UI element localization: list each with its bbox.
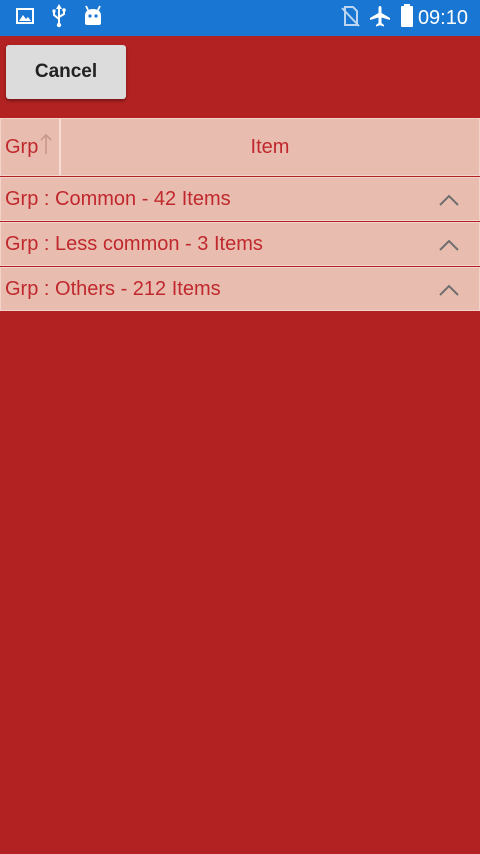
chevron-up-icon[interactable] [437,280,461,300]
group-label: Grp : Common - 42 Items [5,187,231,210]
chevron-up-icon[interactable] [437,190,461,210]
grid-header-row: Grp Item [0,118,480,176]
sort-arrow-up-icon [39,132,53,162]
chevron-up-icon[interactable] [437,235,461,255]
column-header-item[interactable]: Item [61,119,479,175]
battery-icon [400,3,414,33]
status-time: 09:10 [417,6,468,29]
usb-icon [50,3,68,33]
group-row-others[interactable]: Grp : Others - 212 Items [0,267,480,311]
status-bar: 09:10 [0,0,480,36]
group-row-less-common[interactable]: Grp : Less common - 3 Items [0,222,480,266]
group-row-common[interactable]: Grp : Common - 42 Items [0,177,480,221]
airplane-icon [368,4,392,33]
no-sim-icon [340,5,360,32]
grouped-grid: Grp Item Grp : Common - 42 Items Grp : L… [0,118,480,311]
cancel-button[interactable]: Cancel [6,45,126,99]
group-label: Grp : Others - 212 Items [5,277,221,300]
column-header-grp[interactable]: Grp [1,119,61,175]
column-header-item-label: Item [250,135,290,158]
group-label: Grp : Less common - 3 Items [5,232,263,255]
image-icon [14,5,36,32]
column-header-grp-label: Grp [5,135,39,158]
status-right-icons: 09:10 [340,0,468,36]
status-left-icons [14,0,104,36]
android-icon [82,5,104,32]
